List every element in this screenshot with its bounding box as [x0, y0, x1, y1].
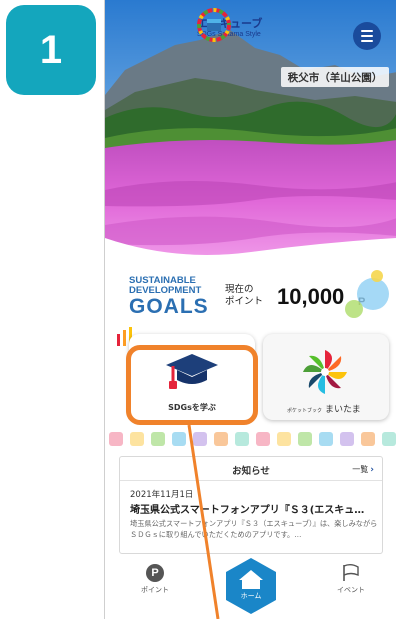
- step-number: 1: [39, 27, 63, 72]
- step-number-badge: 1: [6, 5, 96, 95]
- phone-screen: エスキューブ SDGs Saitama Style 秩父市（羊山公園） SUST…: [104, 0, 396, 619]
- pointer-line: [187, 424, 220, 619]
